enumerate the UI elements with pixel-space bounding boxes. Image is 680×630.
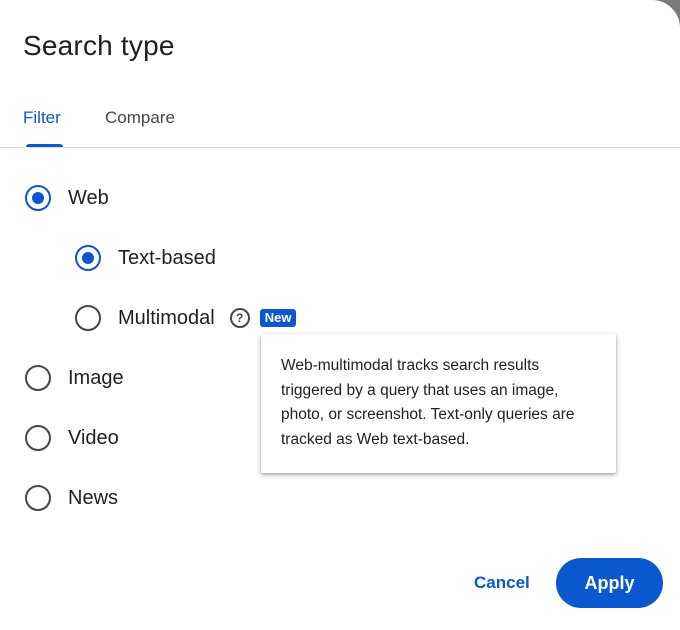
question-mark-icon[interactable]: ? bbox=[229, 308, 250, 328]
radio-option-news[interactable]: News bbox=[25, 478, 118, 518]
radio-button-multimodal[interactable] bbox=[75, 305, 101, 331]
radio-selected-dot bbox=[32, 192, 44, 204]
multimodal-help-tooltip: Web-multimodal tracks search results tri… bbox=[261, 334, 616, 473]
radio-label-image: Image bbox=[68, 366, 124, 389]
new-badge: New bbox=[259, 309, 297, 327]
tabs-divider bbox=[0, 147, 680, 148]
radio-label-web: Web bbox=[68, 186, 109, 209]
dialog-title: Search type bbox=[23, 30, 175, 61]
radio-label-text-based: Text-based bbox=[118, 246, 216, 269]
radio-label-video: Video bbox=[68, 426, 119, 449]
tab-compare[interactable]: Compare bbox=[105, 108, 175, 128]
radio-label-multimodal: Multimodal bbox=[118, 306, 215, 329]
radio-button-news[interactable] bbox=[25, 485, 51, 511]
radio-selected-dot bbox=[82, 252, 94, 264]
apply-button[interactable]: Apply bbox=[556, 558, 663, 608]
search-type-dialog: Search type Filter Compare Web Text-base… bbox=[0, 0, 680, 630]
tooltip-text: Web-multimodal tracks search results tri… bbox=[281, 357, 575, 448]
radio-option-text-based[interactable]: Text-based bbox=[75, 238, 216, 278]
radio-option-video[interactable]: Video bbox=[25, 418, 119, 458]
radio-button-text-based[interactable] bbox=[75, 245, 101, 271]
radio-label-news: News bbox=[68, 486, 119, 509]
radio-button-web[interactable] bbox=[25, 185, 51, 211]
radio-option-web[interactable]: Web bbox=[25, 178, 109, 218]
radio-button-video[interactable] bbox=[25, 425, 51, 451]
radio-option-multimodal[interactable]: Multimodal ? New bbox=[75, 298, 297, 338]
cancel-button[interactable]: Cancel bbox=[464, 562, 540, 604]
tab-bar: Filter Compare bbox=[0, 96, 680, 148]
radio-button-image[interactable] bbox=[25, 365, 51, 391]
tab-filter[interactable]: Filter bbox=[23, 108, 61, 128]
radio-option-image[interactable]: Image bbox=[25, 358, 124, 398]
